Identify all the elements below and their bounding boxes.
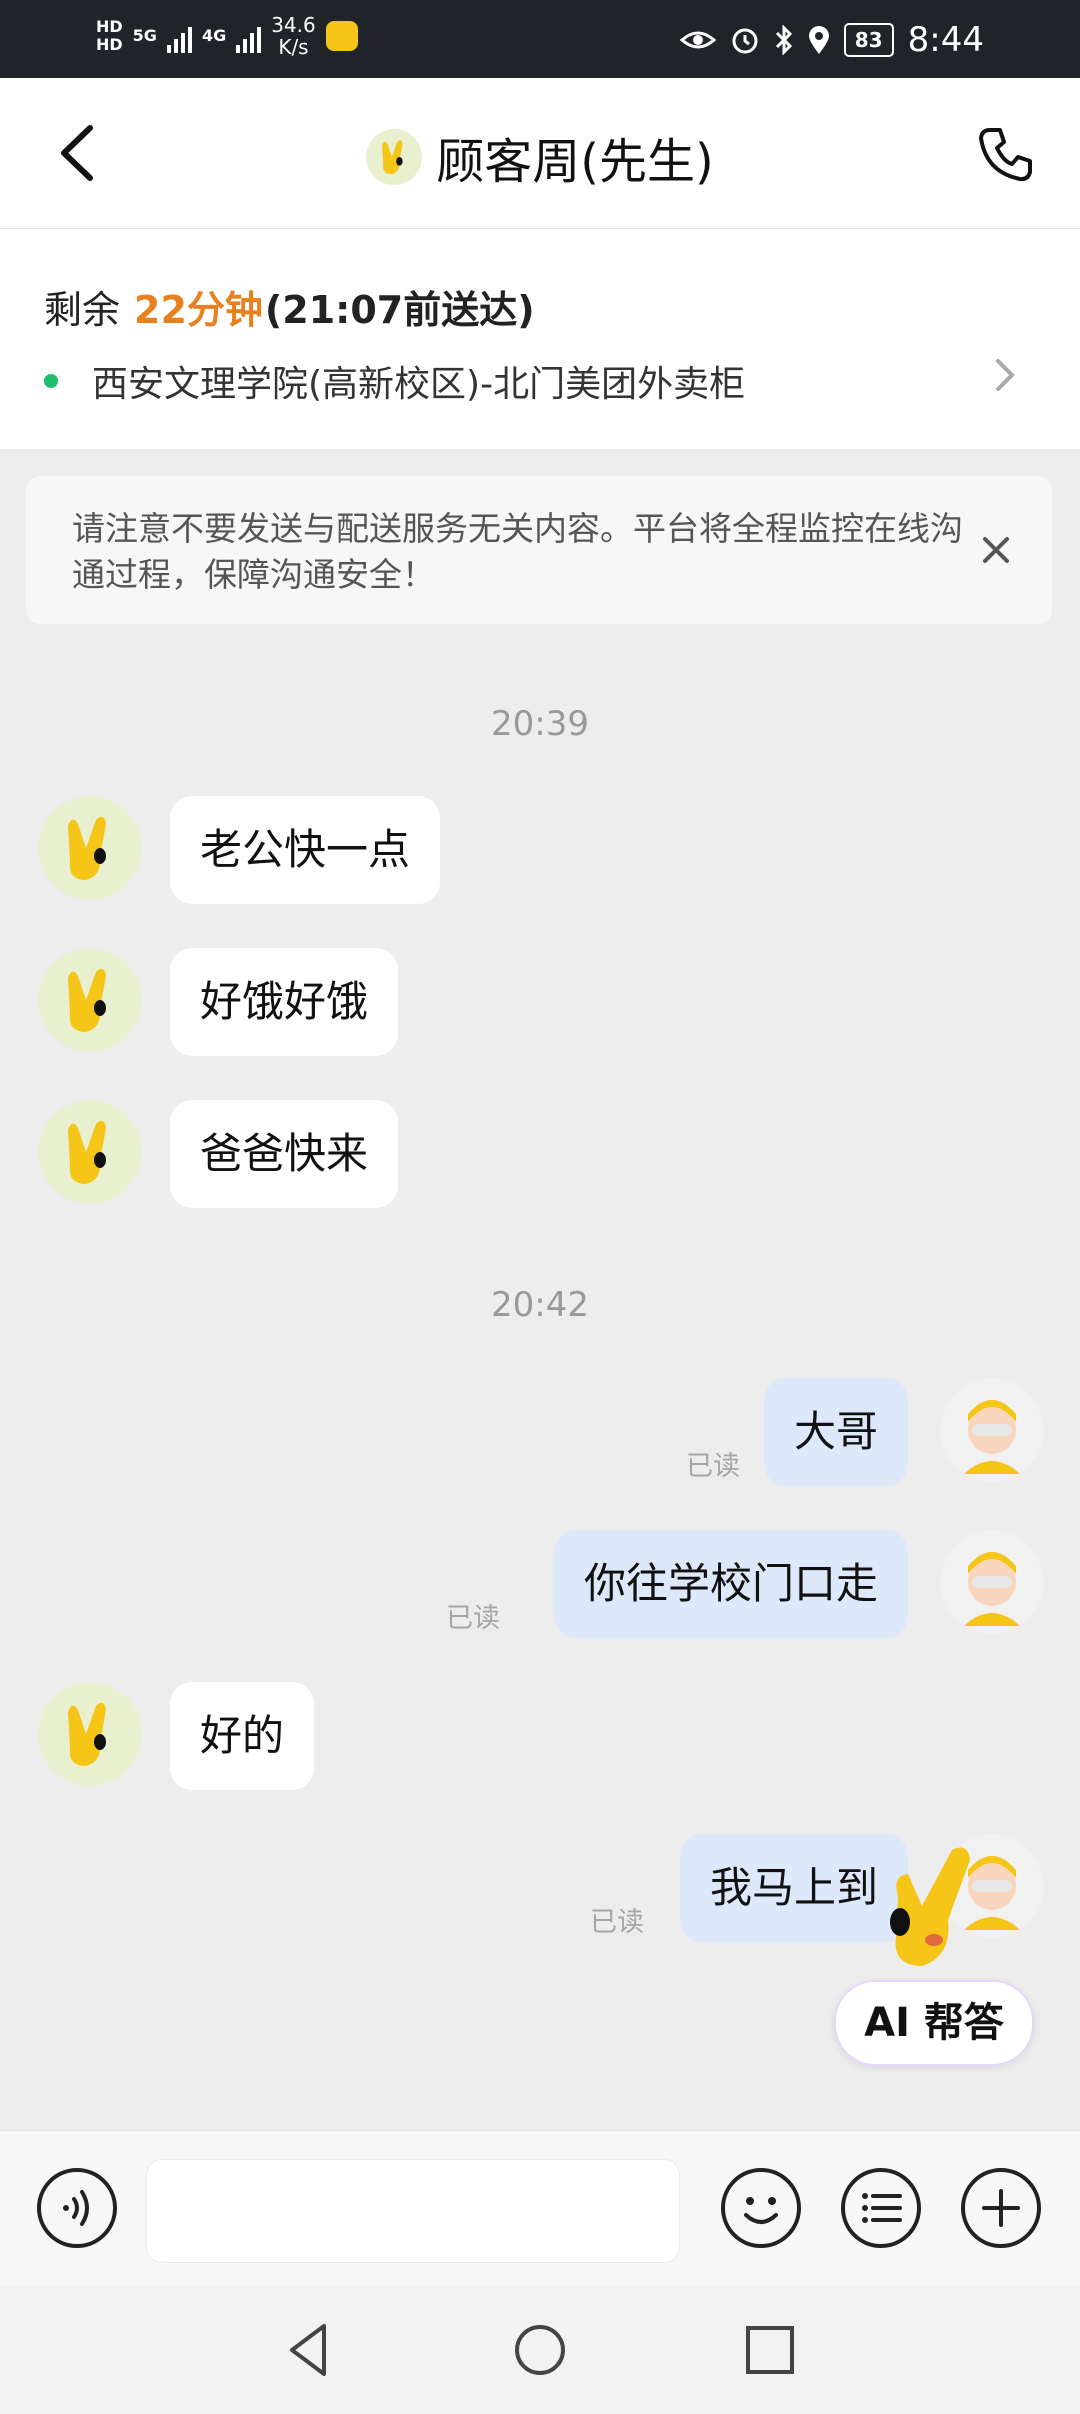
delivery-address: 西安文理学院(高新校区)-北门美团外卖柜 (92, 364, 746, 405)
signal-icon (166, 19, 192, 53)
eta-text: (21:07前送达) (264, 288, 535, 332)
customer-avatar-icon[interactable] (38, 1100, 142, 1204)
quick-reply-list-icon[interactable] (840, 2167, 922, 2249)
remaining-prefix: 剩余 (44, 288, 121, 332)
page-title: 顾客周(先生) (436, 134, 714, 190)
network-5g-label: 5G (132, 26, 157, 45)
customer-avatar-icon[interactable] (38, 796, 142, 900)
bluetooth-icon (775, 25, 792, 55)
network-speed-unit: K/s (278, 35, 309, 59)
chat-message: 已读 大哥 (0, 1378, 1080, 1488)
close-icon[interactable] (980, 534, 1012, 566)
hd-indicators: HD HD (96, 18, 123, 54)
status-right: 83 8:44 (679, 20, 984, 60)
read-receipt: 已读 (590, 1907, 644, 1938)
message-input[interactable] (146, 2159, 680, 2263)
network-speed-value: 34.6 (271, 13, 316, 37)
message-bubble[interactable]: 我马上到 (679, 1834, 908, 1942)
customer-avatar-icon (366, 129, 423, 185)
chat-header: 顾客周(先生) (0, 78, 1080, 229)
message-bubble[interactable]: 你往学校门口走 (553, 1530, 908, 1638)
nav-recents-icon[interactable] (738, 2318, 802, 2382)
customer-avatar-icon[interactable] (38, 1682, 142, 1786)
order-info-card[interactable]: 剩余 22分钟 (21:07前送达) 西安文理学院(高新校区)-北门美团外卖柜 (0, 229, 1080, 449)
alarm-icon (732, 28, 758, 54)
message-bubble[interactable]: 好饿好饿 (170, 948, 399, 1056)
message-bubble[interactable]: 爸爸快来 (170, 1100, 399, 1208)
hd-label-1: HD (96, 17, 123, 36)
status-dot (44, 374, 58, 388)
chat-message: 好饿好饿 (0, 948, 1080, 1058)
status-time: 8:44 (907, 20, 984, 60)
network-4g-label: 4G (201, 26, 227, 45)
phone-icon[interactable] (976, 124, 1036, 184)
nav-back-icon[interactable] (278, 2318, 342, 2382)
rider-avatar-icon[interactable] (940, 1378, 1044, 1482)
chat-message: 已读 你往学校门口走 (0, 1530, 1080, 1640)
ai-reply-button[interactable]: AI 帮答 (834, 1980, 1034, 2066)
notice-text: 请注意不要发送与配送服务无关内容。平台将全程监控在线沟通过程，保障沟通安全！ (72, 509, 963, 594)
safety-notice: 请注意不要发送与配送服务无关内容。平台将全程监控在线沟通过程，保障沟通安全！ (26, 476, 1052, 624)
title-group: 顾客周(先生) (0, 122, 1080, 192)
remaining-time-row: 剩余 22分钟 (21:07前送达) (44, 279, 535, 334)
chevron-right-icon[interactable] (992, 355, 1020, 395)
remaining-minutes: 22分钟 (134, 288, 263, 332)
chat-message: 好的 (0, 1682, 1080, 1792)
voice-icon[interactable] (36, 2167, 118, 2249)
system-nav-bar (0, 2286, 1080, 2414)
status-left: HD HD 5G 4G 34.6 K/s (96, 14, 358, 58)
input-bar (0, 2130, 1080, 2286)
plus-icon[interactable] (960, 2167, 1042, 2249)
eye-icon (679, 31, 716, 49)
battery-indicator: 83 (843, 23, 894, 57)
chat-timestamp: 20:42 (491, 1285, 589, 1325)
emoji-icon[interactable] (720, 2167, 802, 2249)
hd-label-2: HD (96, 35, 123, 54)
nav-home-icon[interactable] (508, 2318, 572, 2382)
customer-avatar-icon[interactable] (38, 948, 142, 1052)
address-row[interactable]: 西安文理学院(高新校区)-北门美团外卖柜 (44, 355, 745, 407)
location-icon (808, 26, 829, 54)
network-speed: 34.6 K/s (271, 14, 316, 58)
ai-mascot-icon (890, 1847, 970, 1966)
message-bubble[interactable]: 好的 (170, 1682, 315, 1790)
chat-timestamp: 20:39 (491, 704, 589, 744)
message-bubble[interactable]: 大哥 (763, 1378, 908, 1486)
chat-message: 老公快一点 (0, 796, 1080, 906)
message-bubble[interactable]: 老公快一点 (170, 796, 441, 904)
read-receipt: 已读 (446, 1603, 500, 1634)
signal-icon (236, 19, 262, 53)
app-notification-icon (325, 21, 358, 51)
chat-message: 爸爸快来 (0, 1100, 1080, 1210)
read-receipt: 已读 (686, 1451, 740, 1482)
status-bar: HD HD 5G 4G 34.6 K/s 83 8:44 (0, 0, 1080, 78)
rider-avatar-icon[interactable] (940, 1530, 1044, 1634)
